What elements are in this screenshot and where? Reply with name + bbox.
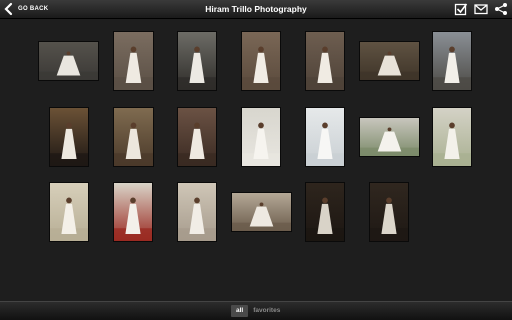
photo-thumbnail[interactable] xyxy=(49,182,89,242)
photo-thumbnail[interactable] xyxy=(359,41,420,81)
photo-image xyxy=(242,108,280,166)
photo-thumbnail[interactable] xyxy=(305,31,345,91)
photo-thumbnail[interactable] xyxy=(241,31,281,91)
photo-thumbnail[interactable] xyxy=(177,107,217,167)
checkbox-icon[interactable] xyxy=(454,2,468,16)
photo-image xyxy=(433,108,471,166)
photo-image xyxy=(306,183,344,241)
photo-image xyxy=(360,42,419,80)
photo-image xyxy=(114,108,153,166)
share-icon[interactable] xyxy=(494,2,508,16)
tab-favorites[interactable]: favorites xyxy=(248,305,285,317)
top-toolbar: GO BACK Hiram Trillo Photography xyxy=(0,0,512,19)
photo-image xyxy=(242,32,280,90)
photo-image xyxy=(370,183,408,241)
photo-thumbnail[interactable] xyxy=(113,182,153,242)
filter-tabs: all favorites xyxy=(231,305,285,317)
photo-image xyxy=(178,183,216,241)
photo-thumbnail[interactable] xyxy=(113,31,154,91)
photo-image xyxy=(306,32,344,90)
photo-thumbnail[interactable] xyxy=(359,117,420,157)
toolbar-actions xyxy=(454,2,508,16)
photo-image xyxy=(50,108,88,166)
photo-image xyxy=(178,108,216,166)
photo-image xyxy=(433,32,471,90)
photo-image xyxy=(232,193,291,231)
photo-thumbnail[interactable] xyxy=(177,182,217,242)
photo-image xyxy=(360,118,419,156)
photo-image xyxy=(306,108,344,166)
photo-thumbnail[interactable] xyxy=(38,41,99,81)
photo-thumbnail[interactable] xyxy=(432,107,472,167)
photo-thumbnail[interactable] xyxy=(305,107,345,167)
photo-image xyxy=(114,183,152,241)
page-title: Hiram Trillo Photography xyxy=(205,4,307,14)
photo-thumbnail[interactable] xyxy=(177,31,217,91)
photo-image xyxy=(114,32,153,90)
photo-thumbnail[interactable] xyxy=(305,182,345,242)
bottom-toolbar: all favorites xyxy=(0,301,512,320)
photo-thumbnail[interactable] xyxy=(49,107,89,167)
photo-thumbnail[interactable] xyxy=(231,192,292,232)
photo-image xyxy=(39,42,98,80)
photo-thumbnail[interactable] xyxy=(432,31,472,91)
photo-thumbnail[interactable] xyxy=(113,107,154,167)
photo-image xyxy=(178,32,216,90)
photo-image xyxy=(50,183,88,241)
tab-all[interactable]: all xyxy=(231,305,249,317)
photo-thumbnail[interactable] xyxy=(241,107,281,167)
photo-grid xyxy=(0,18,512,301)
mail-icon[interactable] xyxy=(474,2,488,16)
photo-thumbnail[interactable] xyxy=(369,182,409,242)
